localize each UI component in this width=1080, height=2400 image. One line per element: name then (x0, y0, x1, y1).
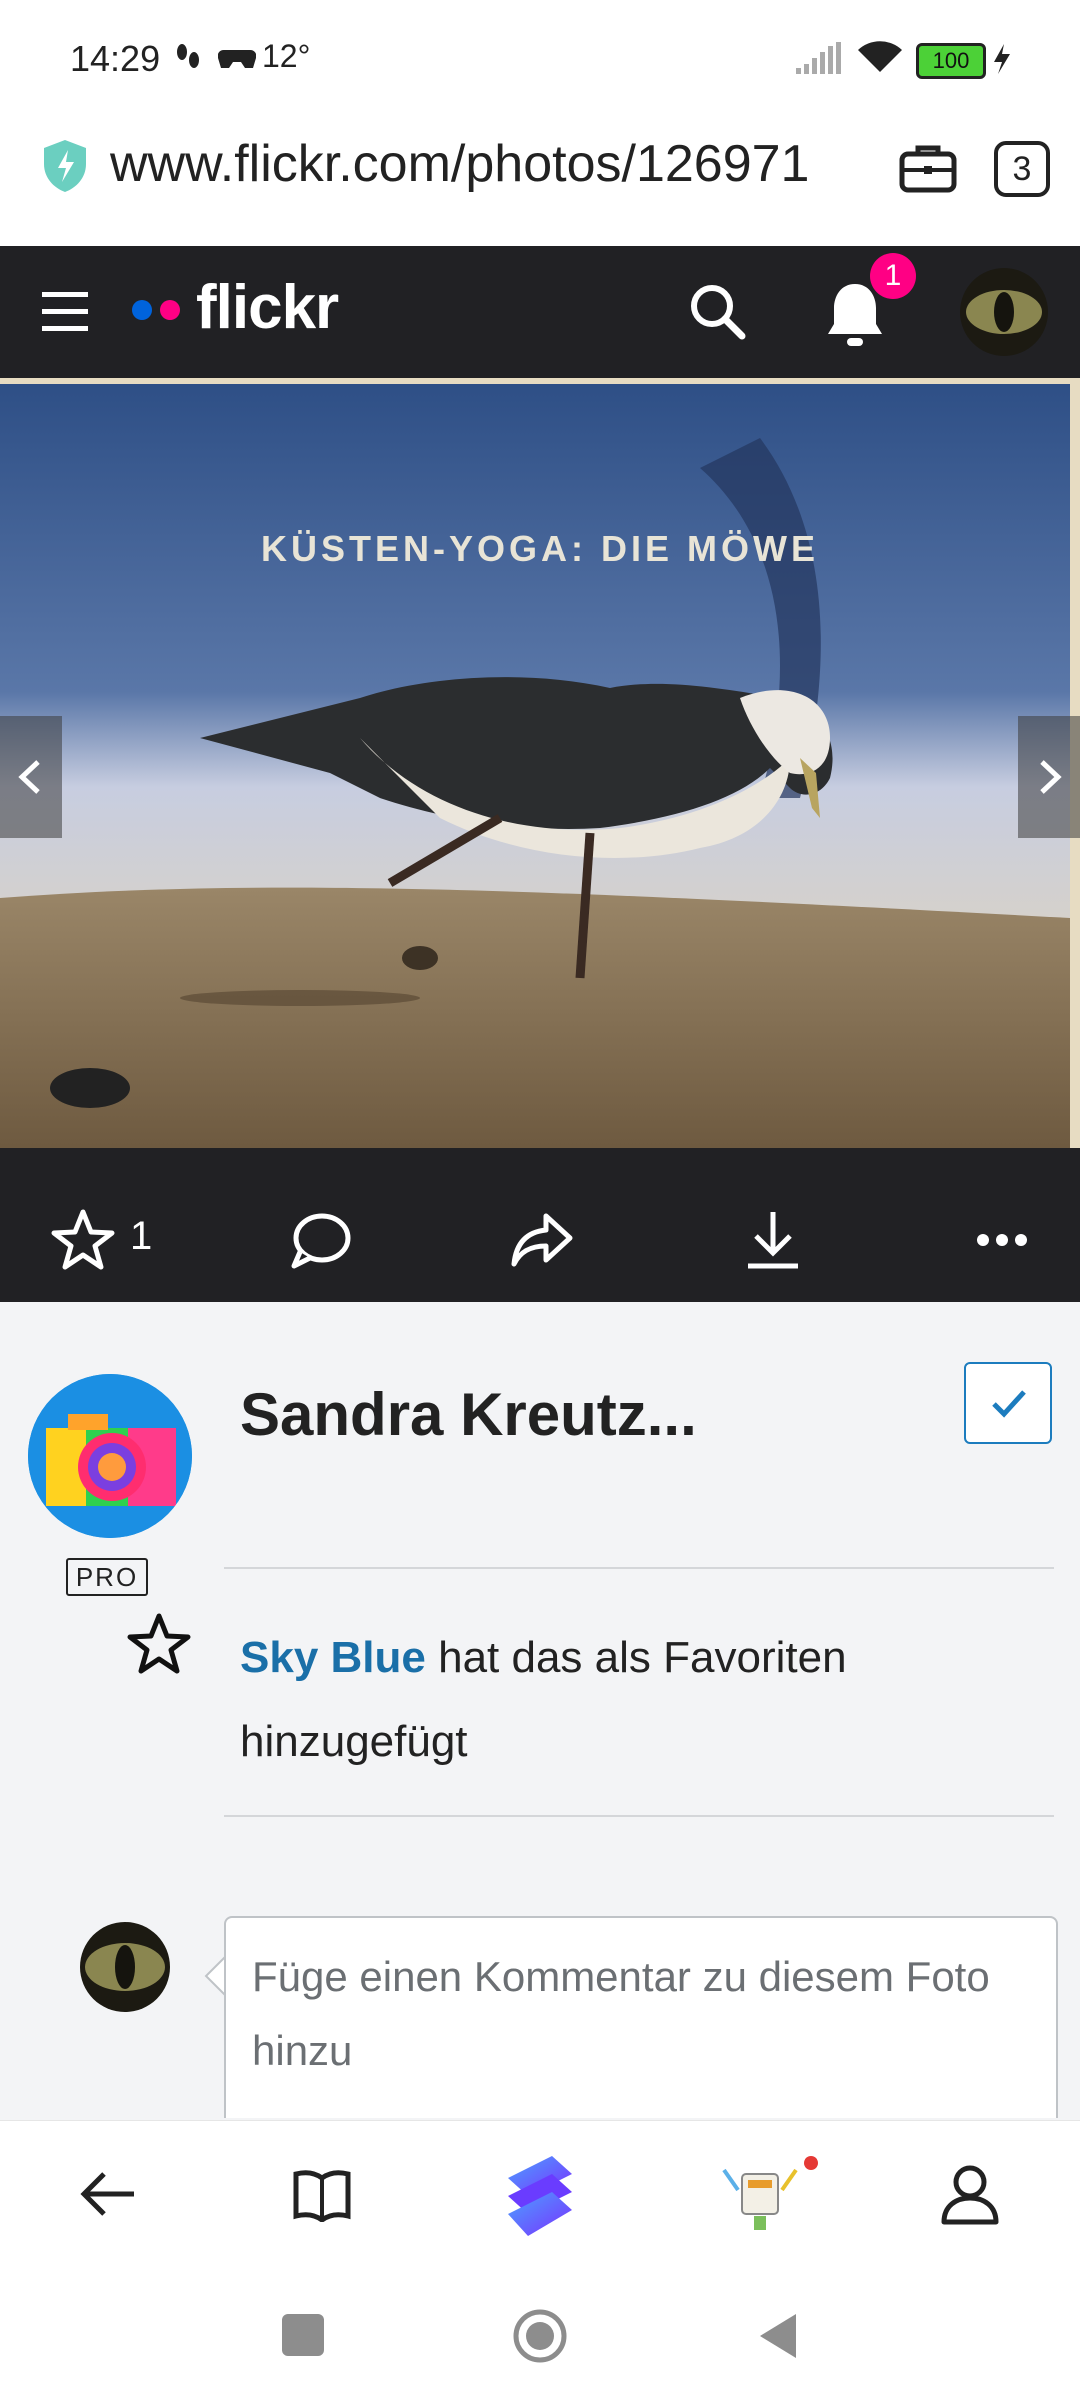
photo-title-overlay: KÜSTEN-YOGA: DIE MÖWE (261, 528, 819, 569)
status-time: 14:29 (70, 38, 161, 79)
tab-count-button[interactable]: 3 (994, 141, 1050, 197)
footsteps-icon (177, 44, 199, 68)
previous-photo-button[interactable] (0, 716, 62, 838)
menu-icon[interactable] (42, 290, 88, 334)
flickr-dots-icon (132, 300, 180, 320)
charging-icon (994, 44, 1010, 74)
shield-icon[interactable] (40, 138, 90, 194)
comment-user-avatar (80, 1922, 170, 2012)
chevron-right-icon (1040, 760, 1062, 794)
pro-badge: PRO (66, 1558, 148, 1596)
battery-level: 100 (932, 48, 970, 73)
comment-icon[interactable] (290, 1210, 352, 1270)
chevron-left-icon (18, 760, 40, 794)
notification-badge: 1 (870, 253, 916, 299)
back-icon[interactable] (80, 2170, 136, 2218)
comment-placeholder: Füge einen Kommentar zu diesem Foto hinz… (252, 1953, 990, 2074)
url-text[interactable]: www.flickr.com/photos/126971 (110, 134, 809, 194)
star-icon (127, 1613, 191, 1674)
favorite-count: 1 (130, 1214, 153, 1258)
notification-dot (804, 2156, 818, 2170)
system-back-button[interactable] (756, 2310, 800, 2362)
divider (224, 1815, 1054, 1817)
game-icon[interactable] (720, 2150, 800, 2234)
activity-user-link[interactable]: Sky Blue (240, 1633, 426, 1682)
divider (224, 1567, 1054, 1569)
star-icon[interactable] (50, 1208, 116, 1272)
game-controller-icon (218, 49, 256, 68)
app-logo-icon[interactable] (498, 2152, 582, 2240)
share-icon[interactable] (510, 1210, 574, 1268)
status-temperature: 12° (262, 38, 311, 74)
download-icon[interactable] (742, 1208, 804, 1272)
recent-apps-button[interactable] (282, 2314, 324, 2356)
more-icon[interactable] (976, 1232, 1028, 1248)
follow-button[interactable] (964, 1362, 1052, 1444)
profile-icon[interactable] (940, 2164, 1000, 2226)
home-button[interactable] (510, 2306, 570, 2366)
user-avatar[interactable] (960, 268, 1048, 356)
book-icon[interactable] (292, 2168, 352, 2222)
author-name[interactable]: Sandra Kreutz... (240, 1380, 697, 1449)
flickr-logo[interactable]: flickr (196, 272, 339, 343)
search-icon[interactable] (688, 282, 746, 340)
next-photo-button[interactable] (1018, 716, 1080, 838)
briefcase-icon[interactable] (898, 142, 958, 194)
status-bar: 14:29 12° 100 (0, 0, 1080, 116)
wifi-icon (858, 41, 902, 72)
battery-icon: 100 (916, 43, 986, 79)
photo[interactable]: KÜSTEN-YOGA: DIE MÖWE (0, 378, 1080, 1164)
author-avatar[interactable] (28, 1374, 192, 1538)
signal-icon (796, 42, 841, 74)
check-icon (992, 1390, 1026, 1418)
favorite-activity: Sky Blue hat das als Favoriten hinzugefü… (240, 1616, 1040, 1784)
